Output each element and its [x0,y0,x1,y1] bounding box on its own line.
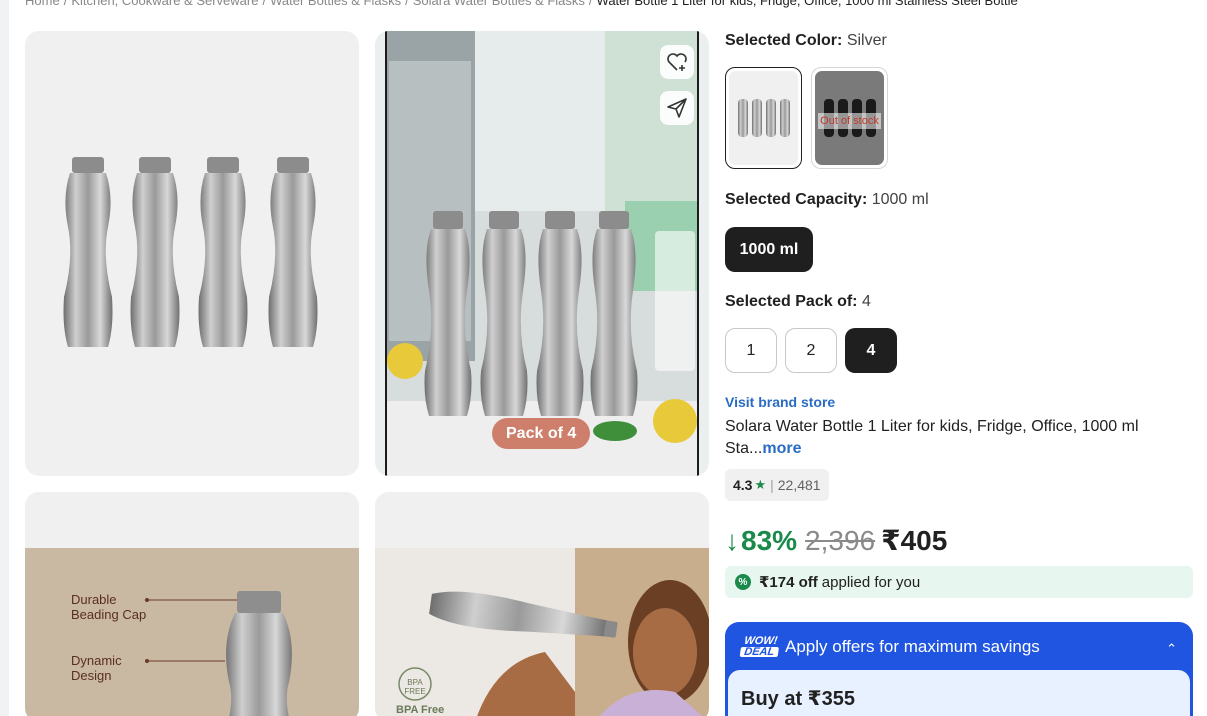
product-image-kitchen-scene[interactable] [375,31,709,476]
applied-text: applied for you [821,573,921,591]
share-button[interactable] [660,91,694,125]
breadcrumb: Home / Kitchen, Cookware & Serveware / Water… [25,0,1200,9]
bottle-group [63,157,318,347]
rating-badge[interactable]: 4.3 ★ | 22,481 [725,469,829,501]
product-image-four-bottles[interactable] [25,31,359,476]
breadcrumb-item-kitchen[interactable]: Kitchen, Cookware & Serveware [71,0,258,8]
breadcrumb-item-home[interactable]: Home [25,0,60,8]
breadcrumb-item-water-bottles[interactable]: Water Bottles & Flasks [270,0,401,8]
selected-color-label: Selected Color: Silver [725,32,887,49]
rating-divider: | [770,477,774,493]
offers-title: Apply offers for maximum savings [785,637,1040,656]
discount-percent: 83% [741,525,798,556]
star-icon: ★ [754,477,767,492]
bpa-free-caption: BPA Free [396,704,445,716]
price-row: ↓ 83% 2,396 ₹405 [725,524,947,557]
heart-plus-icon [667,53,687,71]
color-swatch-black[interactable]: Out of stock [811,67,888,169]
kitchen-scene-illustration [385,31,699,476]
breadcrumb-item-solara-bottles[interactable]: Solara Water Bottles & Flasks [413,0,585,8]
silver-bottles-thumbnail [737,99,790,137]
breadcrumb-separator: / [262,0,267,8]
offers-header[interactable]: WOW! DEAL Apply offers for maximum savin… [725,622,1193,672]
mrp-price: 2,396 [805,525,876,556]
product-title: Solara Water Bottle 1 Liter for kids, Fr… [725,416,1185,460]
ratings-count: 22,481 [777,477,821,493]
callout-dynamic: Dynamic Design [71,653,122,683]
visit-brand-store-link[interactable]: Visit brand store [725,394,835,410]
callout-durable: Durable Beading Cap [71,592,147,622]
bottles-illustration [63,157,318,347]
breadcrumb-current: Water Bottle 1 Liter for kids, Fridge, O… [596,0,1018,8]
pack-chip-4[interactable]: 4 [845,328,897,373]
page-left-rail [0,0,9,716]
chevron-up-icon[interactable]: ⌃ [1166,641,1177,657]
pack-chip-1[interactable]: 1 [725,328,777,373]
down-arrow-icon: ↓ [725,525,739,556]
discount-badge-icon: % [735,574,751,590]
selected-capacity-label: Selected Capacity: 1000 ml [725,191,929,208]
offers-panel: WOW! DEAL Apply offers for maximum savin… [725,622,1193,716]
product-image-features[interactable]: Durable Beading Cap Dynamic Design [25,492,359,716]
color-swatch-silver[interactable] [725,67,802,169]
selected-pack-label: Selected Pack of: 4 [725,293,871,310]
final-price: ₹405 [881,525,948,556]
breadcrumb-separator: / [63,0,68,8]
send-icon [667,98,687,118]
buy-at-price: Buy at ₹355 [741,688,855,710]
out-of-stock-label: Out of stock [818,113,881,129]
wishlist-button[interactable] [660,45,694,79]
bpa-free-badge: BPA FREE [404,678,426,696]
offers-body: Buy at ₹355 [728,670,1190,716]
wow-deal-logo: WOW! DEAL [739,635,780,658]
capacity-chip-1000ml[interactable]: 1000 ml [725,227,813,272]
breadcrumb-separator: / [405,0,409,8]
applied-offer-banner: % ₹174 off applied for you [725,566,1193,598]
breadcrumb-separator: / [588,0,593,8]
more-link[interactable]: more [762,440,801,457]
pack-chip-2[interactable]: 2 [785,328,837,373]
rating-score: 4.3 [733,477,753,493]
product-image-lifestyle[interactable]: BPA FREE BPA Free [375,492,709,716]
pack-of-badge: Pack of 4 [492,418,591,449]
applied-amount: ₹174 off [759,574,818,591]
